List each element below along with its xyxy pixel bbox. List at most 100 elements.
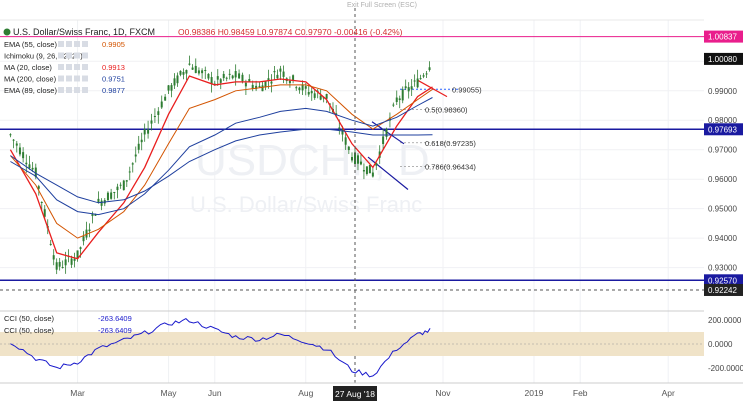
candle-body bbox=[416, 78, 419, 88]
price-tick-label: 0.97000 bbox=[708, 146, 737, 155]
fib-label: 0.786(0.96434) bbox=[425, 162, 476, 171]
candle-body bbox=[143, 129, 146, 135]
candle-body bbox=[319, 95, 322, 100]
indicator-control-icon bbox=[58, 52, 64, 59]
time-tick-label: Aug bbox=[298, 388, 313, 398]
cci-tick-label: 0.0000 bbox=[708, 340, 733, 349]
fib-label: 0.5(0.98360) bbox=[425, 106, 468, 115]
indicator-control-icon bbox=[82, 52, 88, 59]
candle-body bbox=[219, 79, 222, 83]
indicator-legend-label: MA (20, close) bbox=[4, 63, 52, 72]
candle-body bbox=[368, 164, 371, 174]
price-tick-label: 0.93000 bbox=[708, 264, 737, 273]
candle-body bbox=[70, 258, 73, 265]
cci-legend-label: CCI (50, close) bbox=[4, 326, 55, 335]
candle-body bbox=[385, 128, 388, 137]
price-badge-label: 0.92570 bbox=[708, 276, 737, 285]
candle-body bbox=[244, 82, 247, 87]
candle-body bbox=[428, 67, 431, 71]
indicator-control-icon bbox=[66, 75, 72, 82]
candle-body bbox=[97, 198, 100, 203]
candle-body bbox=[371, 172, 374, 177]
candle-body bbox=[288, 80, 291, 84]
price-badge-label: 0.92242 bbox=[708, 286, 737, 295]
candle-body bbox=[338, 127, 341, 129]
fib-labels: 0.5(0.98360) 0.618(0.97235) 0.786(0.96434)… bbox=[425, 85, 482, 171]
candle-body bbox=[234, 71, 237, 78]
candle-body bbox=[395, 97, 398, 103]
candle-body bbox=[359, 161, 362, 165]
candle-body bbox=[191, 67, 194, 70]
candle-body bbox=[167, 85, 170, 91]
candle-body bbox=[179, 70, 182, 75]
candle-body bbox=[404, 86, 407, 89]
candle-body bbox=[61, 267, 64, 269]
indicator-control-icon bbox=[58, 64, 64, 70]
candle-body bbox=[365, 166, 368, 175]
indicator-control-icon bbox=[74, 52, 80, 59]
candle-body bbox=[201, 70, 204, 74]
candle-body bbox=[216, 76, 219, 80]
candle-body bbox=[392, 104, 395, 106]
candle-body bbox=[49, 243, 52, 245]
candle-body bbox=[150, 120, 153, 124]
cci-legend-value: -263.6409 bbox=[98, 314, 132, 323]
indicator-control-icon bbox=[74, 75, 80, 82]
candle-body bbox=[225, 77, 228, 79]
candle-body bbox=[128, 171, 131, 173]
candle-body bbox=[307, 92, 310, 95]
candle-body bbox=[106, 192, 109, 201]
candle-body bbox=[147, 129, 150, 134]
ohlc-readout: O0.98386 H0.98459 L0.97874 C0.97970 -0.0… bbox=[178, 27, 403, 37]
candle-body bbox=[222, 73, 225, 79]
symbol-status-icon bbox=[3, 28, 11, 36]
candle-body bbox=[422, 75, 425, 77]
candle-body bbox=[310, 91, 313, 94]
indicator-control-icon bbox=[82, 64, 88, 70]
indicator-control-icon bbox=[58, 75, 64, 82]
candle-body bbox=[238, 73, 241, 79]
time-tick-label: May bbox=[161, 388, 178, 398]
candle-body bbox=[116, 186, 119, 191]
indicator-control-icon bbox=[74, 41, 80, 47]
candle-body bbox=[261, 85, 264, 92]
time-tick-label: Apr bbox=[662, 388, 675, 398]
candle-body bbox=[228, 73, 231, 75]
candle-body bbox=[362, 170, 365, 172]
candle-body bbox=[22, 152, 25, 159]
candle-body bbox=[251, 84, 254, 89]
price-tick-label: 0.94000 bbox=[708, 234, 737, 243]
candle-body bbox=[347, 146, 350, 151]
candle-body bbox=[185, 70, 188, 74]
candle-body bbox=[88, 229, 91, 232]
candle-body bbox=[344, 137, 347, 145]
indicator-legend-label: MA (200, close) bbox=[4, 75, 57, 84]
cci-tick-label: -200.0000 bbox=[708, 364, 743, 373]
price-badge-label: 1.00080 bbox=[708, 55, 737, 64]
indicator-control-icon bbox=[82, 87, 88, 93]
exit-fullscreen-button[interactable]: Exit Full Screen (ESC) bbox=[347, 2, 417, 9]
candle-body bbox=[73, 258, 76, 261]
candle-body bbox=[31, 167, 34, 170]
candle-body bbox=[248, 79, 251, 82]
price-tick-label: 0.96000 bbox=[708, 175, 737, 184]
price-tick-label: 0.95000 bbox=[708, 205, 737, 214]
indicator-legend-value: 0.9751 bbox=[102, 75, 125, 84]
candle-body bbox=[413, 80, 416, 82]
cci-tick-label: 200.0000 bbox=[708, 316, 742, 325]
price-tick-label: 0.99000 bbox=[708, 87, 737, 96]
indicator-legend-label: EMA (55, close) bbox=[4, 40, 57, 49]
candle-body bbox=[188, 63, 191, 65]
indicator-legend-value: 0.9913 bbox=[102, 63, 125, 72]
candle-body bbox=[82, 236, 85, 242]
candle-body bbox=[410, 86, 413, 90]
time-tick-label: Feb bbox=[573, 388, 588, 398]
candle-body bbox=[173, 78, 176, 86]
candle-body bbox=[79, 247, 82, 249]
indicator-control-icon bbox=[66, 64, 72, 70]
candle-body bbox=[125, 180, 128, 182]
indicator-legend-label: EMA (89, close) bbox=[4, 86, 57, 95]
candle-body bbox=[194, 65, 197, 74]
candle-body bbox=[341, 129, 344, 135]
symbol-title[interactable]: U.S. Dollar/Swiss Franc, 1D, FXCM bbox=[13, 27, 155, 37]
